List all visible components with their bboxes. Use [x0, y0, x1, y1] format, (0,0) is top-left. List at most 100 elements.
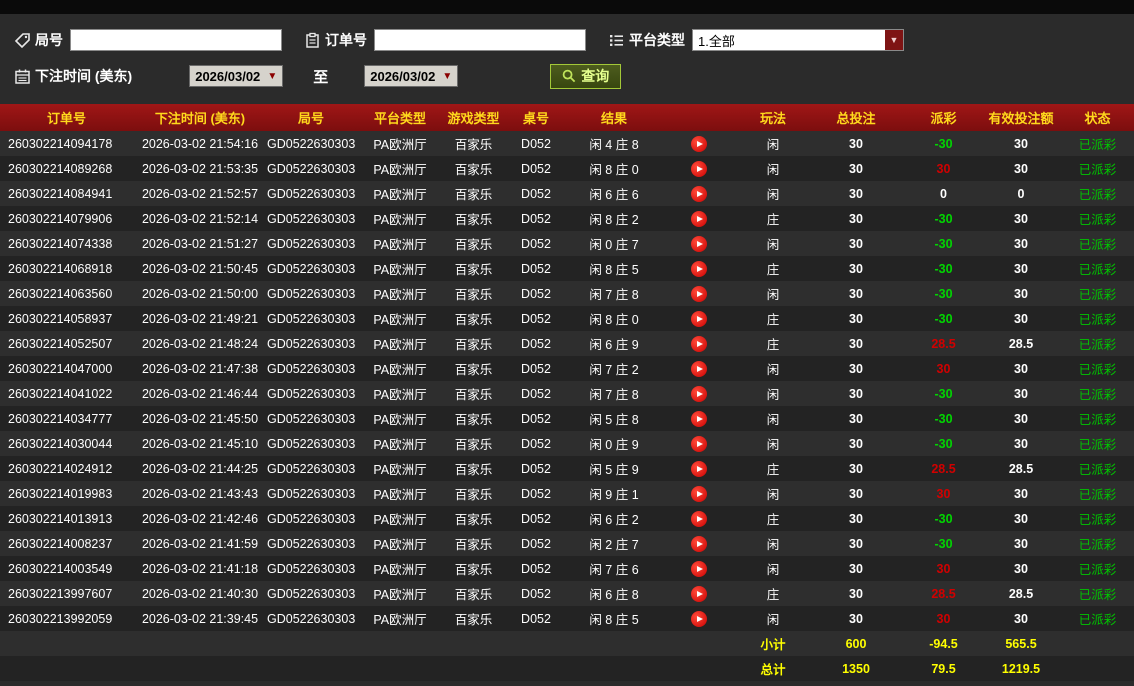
play-video-icon[interactable]	[691, 435, 707, 452]
total-bet: 30	[806, 606, 906, 631]
valid-bet: 28.5	[981, 581, 1061, 606]
play-video-icon[interactable]	[691, 510, 707, 527]
play-video-icon[interactable]	[691, 410, 707, 427]
bet-time: 2026-03-02 21:41:18	[133, 556, 267, 581]
video-cell	[658, 256, 740, 281]
total-bet: 30	[806, 131, 906, 156]
total-bet: 30	[806, 481, 906, 506]
play-video-icon[interactable]	[691, 585, 707, 602]
play-type: 闲	[740, 406, 806, 431]
valid-bet: 30	[981, 156, 1061, 181]
play-type: 庄	[740, 456, 806, 481]
summary-valid-bet: 565.5	[981, 631, 1061, 656]
result: 闲 2 庄 7	[570, 531, 658, 556]
order-input[interactable]	[374, 29, 586, 51]
play-video-icon[interactable]	[691, 185, 707, 202]
dropdown-arrow-icon: ▼	[885, 30, 903, 50]
status-badge: 已派彩	[1061, 406, 1134, 431]
bet-record-row: 260302214074338 2026-03-02 21:51:27 GD0522…	[0, 231, 1134, 256]
round-number: GD0522630303L	[267, 331, 355, 356]
date-to-picker[interactable]: 2026/03/02 ▼	[364, 65, 459, 87]
platform-type: PA欧洲厅	[355, 231, 445, 256]
play-video-icon[interactable]	[691, 260, 707, 277]
query-button[interactable]: 查询	[550, 63, 622, 89]
video-cell	[658, 531, 740, 556]
total-bet: 30	[806, 256, 906, 281]
total-bet: 30	[806, 306, 906, 331]
play-type: 闲	[740, 381, 806, 406]
play-video-icon[interactable]	[691, 610, 707, 627]
platform-type: PA欧洲厅	[355, 281, 445, 306]
table-number: D052	[502, 231, 570, 256]
summary-total-bet: 1350	[806, 656, 906, 681]
valid-bet: 30	[981, 231, 1061, 256]
order-number: 260302214019983	[0, 481, 133, 506]
play-triangle-icon	[697, 190, 703, 197]
status-badge: 已派彩	[1061, 231, 1134, 256]
status-badge: 已派彩	[1061, 581, 1134, 606]
play-video-icon[interactable]	[691, 335, 707, 352]
platform-select[interactable]: 1.全部 ▼	[692, 29, 904, 51]
order-number: 260302214013913	[0, 506, 133, 531]
date-to-arrow-icon: ▼	[442, 70, 453, 82]
play-video-icon[interactable]	[691, 210, 707, 227]
play-video-icon[interactable]	[691, 485, 707, 502]
play-triangle-icon	[697, 465, 703, 472]
status-badge: 已派彩	[1061, 181, 1134, 206]
table-number: D052	[502, 506, 570, 531]
play-video-icon[interactable]	[691, 135, 707, 152]
column-header: 游戏类型	[445, 104, 502, 131]
bet-time: 2026-03-02 21:54:16	[133, 131, 267, 156]
valid-bet: 30	[981, 531, 1061, 556]
video-cell	[658, 206, 740, 231]
table-number: D052	[502, 406, 570, 431]
table-head: 订单号 下注时间 (美东) 局号 平台类型 游戏类型 桌号 结果 玩法 总投注 派彩 有效投注额 状态	[0, 104, 1134, 131]
play-triangle-icon	[697, 165, 703, 172]
round-number: GD0522630303A	[267, 606, 355, 631]
play-video-icon[interactable]	[691, 160, 707, 177]
bet-record-row: 260302214024912 2026-03-02 21:44:25 GD0522…	[0, 456, 1134, 481]
result: 闲 8 庄 0	[570, 156, 658, 181]
play-video-icon[interactable]	[691, 235, 707, 252]
video-cell	[658, 181, 740, 206]
date-from-picker[interactable]: 2026/03/02 ▼	[189, 65, 284, 87]
play-video-icon[interactable]	[691, 560, 707, 577]
table-number: D052	[502, 281, 570, 306]
payout: -30	[906, 206, 981, 231]
play-type: 闲	[740, 131, 806, 156]
summary-row: 总计 1350 79.5 1219.5	[0, 656, 1134, 681]
bet-time: 2026-03-02 21:39:45	[133, 606, 267, 631]
play-video-icon[interactable]	[691, 535, 707, 552]
status-badge: 已派彩	[1061, 606, 1134, 631]
bet-record-row: 260302214079906 2026-03-02 21:52:14 GD0522…	[0, 206, 1134, 231]
status-badge: 已派彩	[1061, 456, 1134, 481]
status-badge: 已派彩	[1061, 256, 1134, 281]
play-type: 闲	[740, 231, 806, 256]
play-video-icon[interactable]	[691, 460, 707, 477]
video-cell	[658, 581, 740, 606]
play-video-icon[interactable]	[691, 385, 707, 402]
play-triangle-icon	[697, 490, 703, 497]
date-from-arrow-icon: ▼	[267, 70, 278, 82]
platform-type: PA欧洲厅	[355, 131, 445, 156]
round-input[interactable]	[70, 29, 282, 51]
play-video-icon[interactable]	[691, 285, 707, 302]
table-number: D052	[502, 331, 570, 356]
play-video-icon[interactable]	[691, 310, 707, 327]
valid-bet: 30	[981, 306, 1061, 331]
status-badge: 已派彩	[1061, 131, 1134, 156]
video-cell	[658, 506, 740, 531]
status-badge: 已派彩	[1061, 531, 1134, 556]
bet-record-row: 260302214030044 2026-03-02 21:45:10 GD0522…	[0, 431, 1134, 456]
round-number: GD0522630303D	[267, 531, 355, 556]
play-type: 庄	[740, 331, 806, 356]
date-from-value: 2026/03/02	[195, 68, 261, 84]
order-filter-group: 订单号	[304, 29, 586, 51]
play-video-icon[interactable]	[691, 360, 707, 377]
result: 闲 6 庄 2	[570, 506, 658, 531]
table-number: D052	[502, 456, 570, 481]
filter-panel: 局号 订单号 平台类型 1.全部 ▼ 下注时间 (美东) 2026/03/02 …	[0, 14, 1134, 100]
summary-label: 小计	[740, 631, 806, 656]
order-number: 260302214034777	[0, 406, 133, 431]
game-type: 百家乐	[445, 231, 502, 256]
